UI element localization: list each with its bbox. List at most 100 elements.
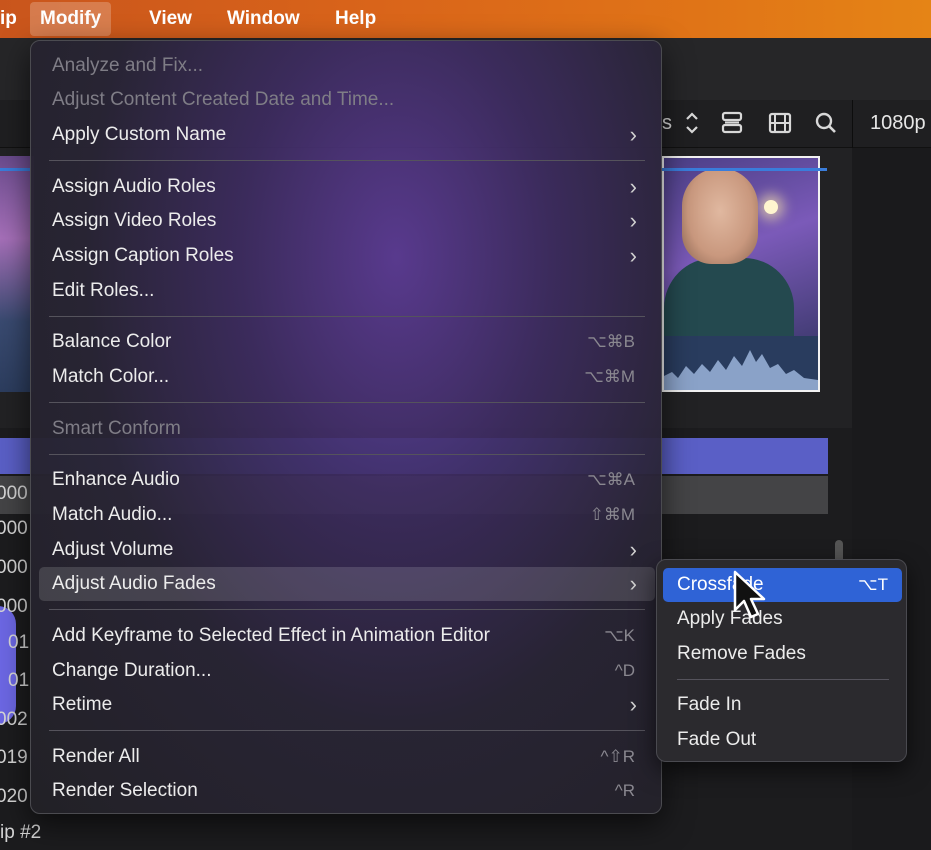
toolbar-divider [852,100,853,148]
menu-item-apply-custom-name[interactable]: Apply Custom Name › [39,118,655,152]
lamp-light [764,200,778,214]
submenu-item-shortcut: ⌥T [858,575,888,594]
submenu-item-apply-fades[interactable]: Apply Fades [663,602,902,636]
list-item: 000 [0,596,28,617]
menu-item-add-keyframe[interactable]: Add Keyframe to Selected Effect in Anima… [39,619,655,653]
menu-item-assign-caption-roles[interactable]: Assign Caption Roles › [39,239,655,273]
menu-item-shortcut: ⌥⌘A [587,470,635,489]
menu-item-balance-color[interactable]: Balance Color ⌥⌘B [39,325,655,359]
menu-item-label: Retime [52,694,113,715]
chevron-right-icon: › [629,692,637,717]
stepper-icon[interactable] [684,110,700,142]
menu-item-label: Apply Custom Name [52,124,227,145]
menu-item-shortcut: ⇧⌘M [589,505,635,524]
menu-item-render-selection[interactable]: Render Selection ^R [39,774,655,808]
menu-item-label: Adjust Content Created Date and Time... [52,89,395,110]
menu-item-shortcut: ^R [614,781,635,800]
resolution-label[interactable]: 1080p [870,112,926,135]
modify-menu: Analyze and Fix... Adjust Content Create… [30,40,662,814]
menu-item-label: Edit Roles... [52,280,155,301]
menu-separator [49,454,645,455]
menu-item-change-duration[interactable]: Change Duration... ^D [39,654,655,688]
mouse-pointer-icon [732,570,768,627]
submenu-item-label: Remove Fades [677,643,806,664]
menu-item-label: Adjust Audio Fades [52,573,216,594]
menu-bar-item-help[interactable]: Help [325,0,386,38]
menu-separator [49,730,645,731]
menu-item-label: Add Keyframe to Selected Effect in Anima… [52,625,490,646]
menu-item-render-all[interactable]: Render All ^⇧R [39,740,655,774]
audio-fades-submenu: Crossfade ⌥T Apply Fades Remove Fades Fa… [656,559,907,762]
menu-item-label: Enhance Audio [52,469,180,490]
submenu-item-fade-out[interactable]: Fade Out [663,723,902,757]
menu-item-retime[interactable]: Retime › [39,688,655,722]
person-face [682,168,758,264]
menu-bar-item-clip-partial[interactable]: ip [0,0,27,38]
timeline-marker [0,606,16,724]
menu-item-adjust-volume[interactable]: Adjust Volume › [39,533,655,567]
menu-item-label: Match Color... [52,366,170,387]
menu-item-shortcut: ^⇧R [600,747,636,766]
filmstrip-icon[interactable] [768,110,792,142]
menu-item-enhance-audio[interactable]: Enhance Audio ⌥⌘A [39,463,655,497]
clip-thumbnail-left[interactable] [0,156,34,392]
submenu-item-crossfade[interactable]: Crossfade ⌥T [663,568,902,602]
clip-thumbnail-selected[interactable] [662,156,820,392]
selection-line-left [0,168,30,171]
menu-item-analyze-and-fix: Analyze and Fix... [39,49,655,83]
menu-item-label: Assign Video Roles [52,210,217,231]
menu-item-smart-conform: Smart Conform [39,412,655,446]
menu-item-shortcut: ⌥⌘M [584,367,635,386]
menu-bar-item-modify[interactable]: Modify [30,2,112,36]
menu-item-match-color[interactable]: Match Color... ⌥⌘M [39,360,655,394]
submenu-item-remove-fades[interactable]: Remove Fades [663,637,902,671]
menu-item-label: Change Duration... [52,660,212,681]
menu-bar: ip Modify View Window Help [0,0,931,38]
audio-waveform [664,350,818,390]
menu-separator [49,160,645,161]
menu-item-adjust-content-date: Adjust Content Created Date and Time... [39,83,655,117]
menu-item-label: Assign Audio Roles [52,176,216,197]
person-body [664,258,794,338]
menu-item-label: Render Selection [52,780,198,801]
menu-item-match-audio[interactable]: Match Audio... ⇧⌘M [39,498,655,532]
menu-item-shortcut: ⌥⌘B [587,332,635,351]
chevron-right-icon: › [629,208,637,233]
list-item: 01 [8,670,30,691]
menu-bar-item-window[interactable]: Window [217,0,310,38]
chevron-right-icon: › [629,122,637,147]
chevron-right-icon: › [629,571,637,596]
menu-item-label: Smart Conform [52,418,181,439]
list-item: 019 [0,747,28,768]
menu-item-label: Render All [52,746,140,767]
menu-item-label: Assign Caption Roles [52,245,234,266]
menu-bar-item-view[interactable]: View [139,0,202,38]
list-item: 000 [0,483,28,504]
menu-item-label: Analyze and Fix... [52,55,204,76]
menu-item-shortcut: ⌥K [604,626,635,645]
submenu-item-label: Fade Out [677,729,757,750]
toolbar-partial-text: s [662,112,672,134]
chevron-right-icon: › [629,243,637,268]
menu-item-adjust-audio-fades[interactable]: Adjust Audio Fades › [39,567,655,601]
list-item: 020 [0,786,28,807]
menu-separator [49,402,645,403]
menu-item-assign-video-roles[interactable]: Assign Video Roles › [39,204,655,238]
menu-item-shortcut: ^D [614,661,635,680]
menu-item-assign-audio-roles[interactable]: Assign Audio Roles › [39,170,655,204]
submenu-item-label: Fade In [677,694,742,715]
menu-separator [49,316,645,317]
submenu-item-fade-in[interactable]: Fade In [663,688,902,722]
list-item: 000 [0,518,28,539]
menu-separator [49,609,645,610]
selection-line-right [662,168,827,171]
search-icon[interactable] [814,110,838,142]
chevron-right-icon: › [629,537,637,562]
list-item: 002 [0,709,28,730]
list-item: 000 [0,557,28,578]
chevron-right-icon: › [629,174,637,199]
track-layout-icon[interactable] [721,110,743,142]
submenu-separator [677,679,889,680]
menu-item-edit-roles[interactable]: Edit Roles... [39,274,655,308]
menu-item-label: Adjust Volume [52,539,174,560]
